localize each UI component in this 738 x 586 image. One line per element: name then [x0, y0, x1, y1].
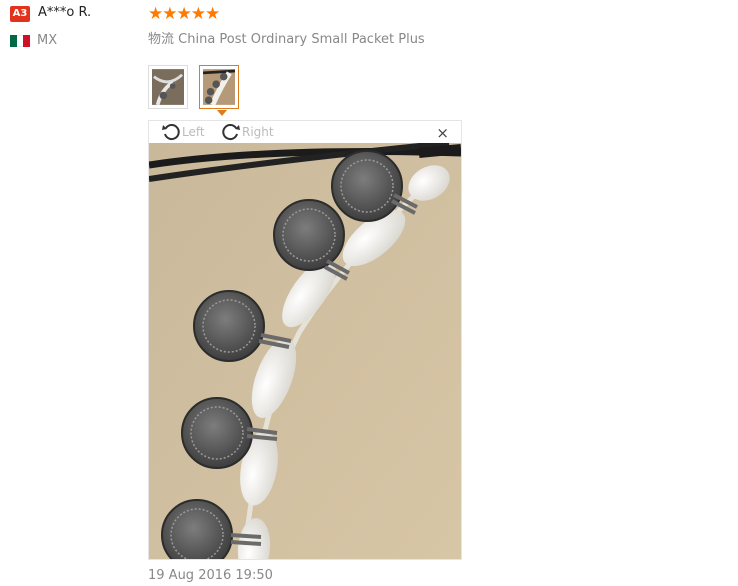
review-timestamp: 19 Aug 2016 19:50	[148, 568, 273, 583]
review-thumbnail-2[interactable]	[199, 65, 239, 109]
shipping-label: 物流	[148, 32, 175, 47]
rotate-left-button[interactable]: Left	[161, 121, 205, 143]
image-viewer: Left Right ×	[148, 120, 462, 560]
thumbnail-image	[152, 69, 184, 105]
thumbnail-pointer	[217, 110, 227, 116]
close-icon[interactable]: ×	[436, 124, 449, 142]
viewer-toolbar: Left Right ×	[149, 121, 461, 143]
review-photo	[149, 143, 461, 559]
rating-stars: ★★★★★	[148, 4, 220, 24]
rotate-left-icon	[162, 124, 180, 141]
rotate-left-label: Left	[182, 125, 205, 139]
review-thumbnail-1[interactable]	[148, 65, 188, 109]
shipping-info: 物流 China Post Ordinary Small Packet Plus	[148, 28, 425, 47]
rotate-right-icon	[222, 124, 240, 141]
reviewer-name: A***o R.	[38, 5, 92, 20]
rotate-right-label: Right	[242, 125, 274, 139]
rotate-right-button[interactable]: Right	[221, 121, 274, 143]
reviewer-country: MX	[37, 33, 58, 48]
avatar-badge: A3	[10, 6, 30, 22]
shipping-method: China Post Ordinary Small Packet Plus	[178, 32, 425, 47]
flag-icon	[10, 35, 31, 47]
thumbnail-image	[203, 69, 235, 105]
